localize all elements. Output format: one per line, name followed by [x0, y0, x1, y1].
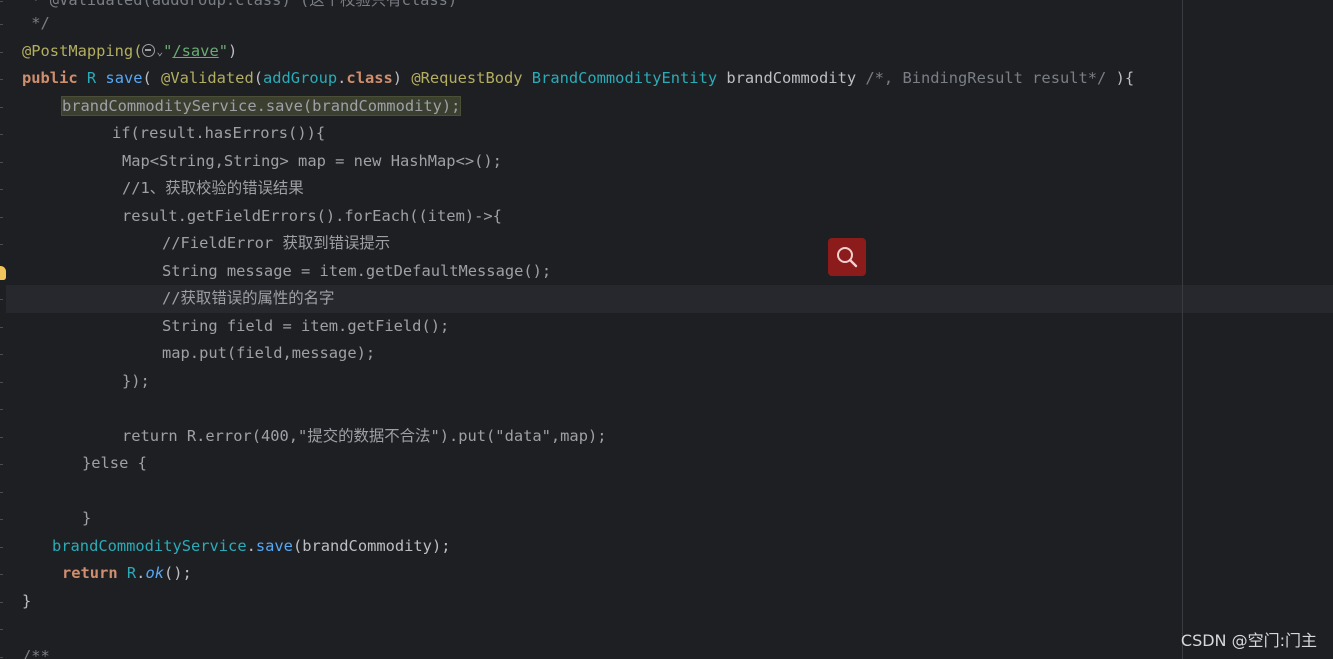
gutter-tick: [0, 602, 3, 603]
gutter-tick: [0, 354, 3, 355]
code-token: /**: [22, 647, 50, 659]
right-margin-guide: [1182, 0, 1183, 659]
code-token: public: [22, 69, 87, 87]
lightbulb-icon[interactable]: [0, 266, 6, 280]
code-token: ){: [1115, 69, 1135, 87]
watermark: CSDN @空门:门主: [1180, 631, 1317, 650]
code-token: (: [142, 69, 162, 87]
code-token: }: [82, 509, 92, 527]
gutter-tick: [0, 79, 3, 80]
code-token: * @Validated(addGroup.class) (这个校验只有clas…: [22, 0, 458, 9]
code-token: save: [255, 537, 293, 555]
code-line[interactable]: //1、获取校验的错误结果: [122, 175, 304, 202]
code-token: ();: [163, 564, 192, 582]
code-token: R: [86, 69, 106, 87]
gutter: [0, 0, 6, 659]
code-token: map.put(field,message);: [162, 344, 376, 362]
code-line[interactable]: return R.error(400,"提交的数据不合法").put("data…: [122, 423, 607, 450]
code-token: //FieldError 获取到错误提示: [162, 234, 391, 252]
code-token: }: [22, 592, 32, 610]
code-token: @PostMapping(: [22, 42, 143, 60]
gutter-tick: [0, 574, 3, 575]
code-token: ": [218, 42, 228, 60]
gutter-tick: [0, 24, 3, 25]
gutter-tick: [0, 217, 3, 218]
code-line[interactable]: /**: [22, 643, 50, 659]
code-line[interactable]: }else {: [82, 450, 147, 477]
gutter-tick: [0, 547, 3, 548]
code-token: /save: [172, 42, 219, 60]
code-token: });: [122, 372, 150, 390]
gutter-tick: [0, 327, 3, 328]
search-button[interactable]: [828, 238, 866, 276]
code-token: brandCommodityService: [52, 537, 247, 555]
code-line[interactable]: return R.ok();: [62, 560, 192, 587]
code-line[interactable]: //FieldError 获取到错误提示: [162, 230, 390, 257]
code-token: brandCommodityService.save(brandCommodit…: [60, 96, 462, 116]
code-line[interactable]: //获取错误的属性的名字: [162, 285, 334, 312]
code-line[interactable]: brandCommodityService.save(brandCommodit…: [60, 93, 462, 120]
globe-icon[interactable]: [142, 44, 156, 57]
code-line[interactable]: if(result.hasErrors()){: [112, 120, 325, 147]
code-line[interactable]: */: [22, 10, 50, 37]
code-token: /*, BindingResult result*/: [865, 69, 1116, 87]
code-line[interactable]: public R save( @Validated(addGroup.class…: [22, 65, 1134, 92]
code-token: }else {: [82, 454, 147, 472]
code-line[interactable]: }: [22, 588, 31, 615]
code-line[interactable]: String message = item.getDefaultMessage(…: [162, 258, 551, 285]
gutter-tick: [0, 464, 3, 465]
gutter-tick: [0, 244, 3, 245]
code-token: String message = item.getDefaultMessage(…: [162, 262, 552, 280]
code-token: return: [62, 564, 127, 582]
gutter-tick: [0, 134, 3, 135]
code-token: return R.error(400,"提交的数据不合法").put("data…: [122, 427, 607, 445]
gutter-tick: [0, 189, 3, 190]
code-token: Map<String,String> map = new HashMap<>()…: [122, 152, 502, 170]
code-token: brandCommodity: [726, 69, 866, 87]
code-token: .: [246, 537, 256, 555]
code-line[interactable]: Map<String,String> map = new HashMap<>()…: [122, 148, 502, 175]
gutter-tick: [0, 299, 3, 300]
code-line[interactable]: map.put(field,message);: [162, 340, 375, 367]
code-token: String field = item.getField();: [162, 317, 450, 335]
code-token: ": [163, 42, 173, 60]
gutter-tick: [0, 52, 3, 53]
code-token: if(result.hasErrors()){: [112, 124, 326, 142]
code-token: @Validated: [161, 69, 254, 87]
gutter-tick: [0, 519, 3, 520]
code-token: */: [22, 14, 50, 32]
code-line[interactable]: result.getFieldErrors().forEach((item)->…: [122, 203, 502, 230]
code-editor[interactable]: * @Validated(addGroup.class) (这个校验只有clas…: [0, 0, 1333, 659]
code-token: R: [126, 564, 137, 582]
code-token: //1、获取校验的错误结果: [122, 179, 304, 197]
search-icon: [837, 247, 858, 268]
code-token: ok: [145, 564, 164, 582]
gutter-tick: [0, 162, 3, 163]
code-line[interactable]: @PostMapping(⌄"/save"): [22, 38, 237, 65]
code-token: BrandCommodityEntity: [531, 69, 727, 87]
code-line[interactable]: });: [122, 368, 150, 395]
gutter-tick: [0, 382, 3, 383]
code-token: result.getFieldErrors().forEach((item)->…: [122, 207, 502, 225]
code-token: (: [253, 69, 263, 87]
code-token: ): [392, 69, 412, 87]
code-token: @RequestBody: [411, 69, 532, 87]
code-token: (brandCommodity);: [292, 537, 451, 555]
code-token: save: [105, 69, 143, 87]
gutter-tick: [0, 657, 3, 658]
code-line[interactable]: * @Validated(addGroup.class) (这个校验只有clas…: [22, 0, 457, 14]
code-token: ): [228, 42, 238, 60]
code-line[interactable]: brandCommodityService.save(brandCommodit…: [52, 533, 450, 560]
code-line[interactable]: String field = item.getField();: [162, 313, 449, 340]
gutter-tick: [0, 409, 3, 410]
code-token: class: [346, 69, 393, 87]
gutter-tick: [0, 437, 3, 438]
gutter-tick: [0, 629, 3, 630]
code-line[interactable]: }: [82, 505, 91, 532]
code-token: addGroup: [263, 69, 338, 87]
gutter-tick: [0, 107, 3, 108]
gutter-tick: [0, 492, 3, 493]
gutter-tick: [0, 1, 3, 2]
code-token: //获取错误的属性的名字: [162, 289, 335, 307]
